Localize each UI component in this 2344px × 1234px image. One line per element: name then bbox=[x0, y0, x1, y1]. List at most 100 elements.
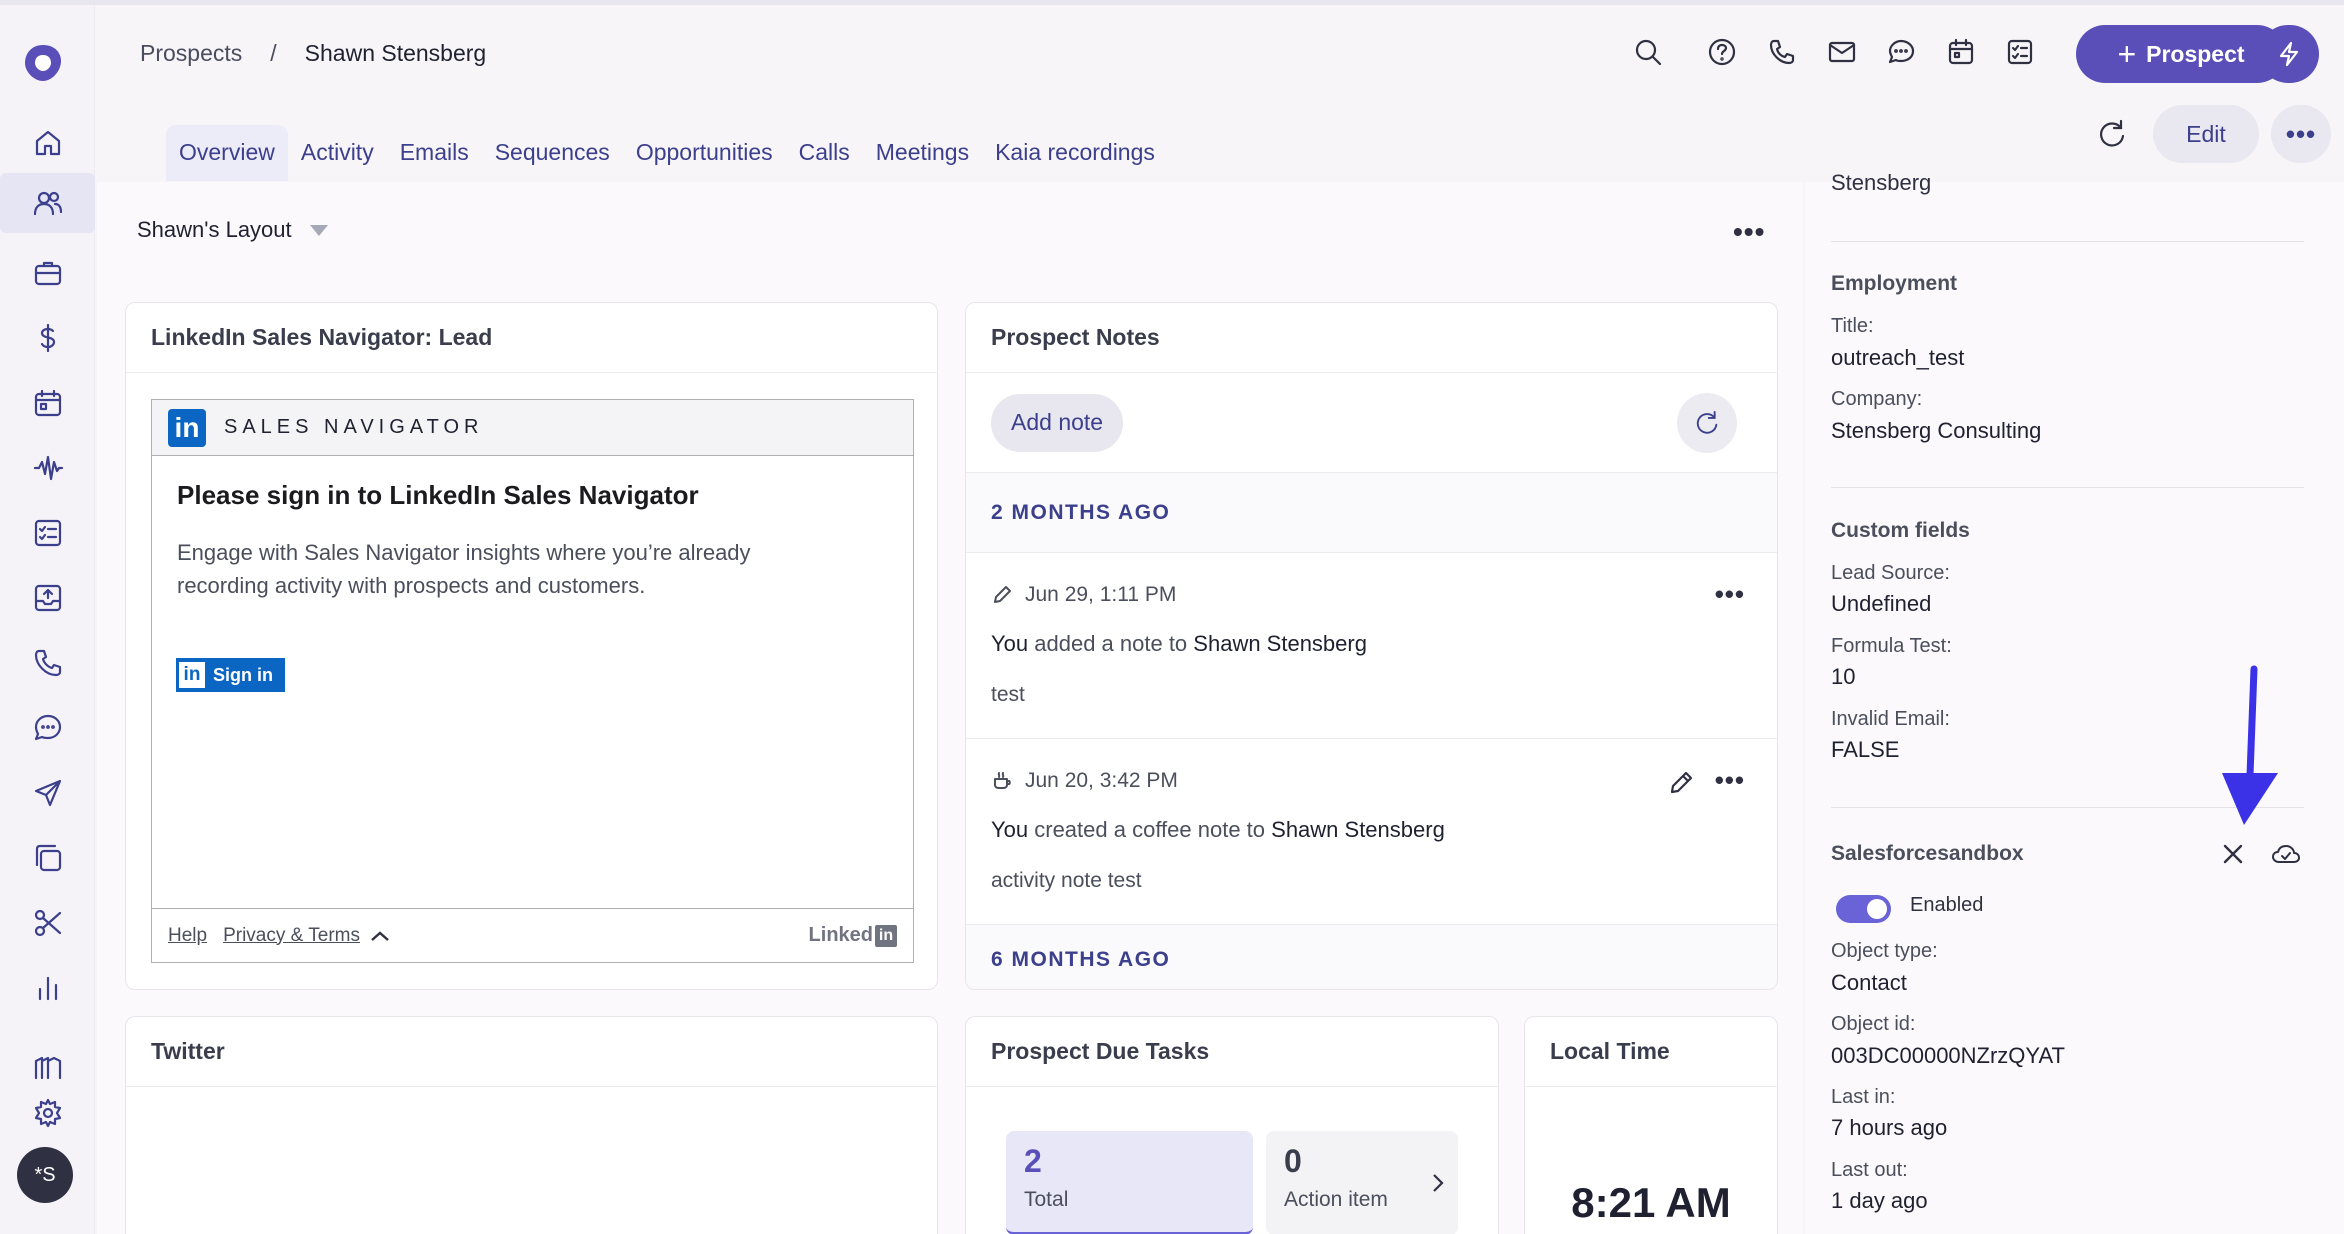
nav-prospects[interactable] bbox=[0, 173, 95, 233]
breadcrumb-prospects[interactable]: Prospects bbox=[140, 40, 242, 67]
tab-sequences[interactable]: Sequences bbox=[482, 125, 623, 181]
help-button[interactable] bbox=[1706, 36, 1742, 72]
note-actor: You bbox=[991, 631, 1029, 656]
notes-section-header: 2 MONTHS AGO bbox=[966, 473, 1777, 553]
layout-more-button[interactable]: ••• bbox=[1733, 216, 1765, 248]
nav-kaia[interactable] bbox=[0, 438, 95, 498]
nav-inbox[interactable] bbox=[0, 568, 95, 628]
nav-accounts[interactable] bbox=[0, 243, 95, 303]
people-icon bbox=[33, 191, 62, 216]
note-summary: You added a note to Shawn Stensberg bbox=[991, 631, 1752, 657]
dollar-icon bbox=[40, 323, 55, 353]
enabled-label: Enabled bbox=[1910, 894, 1984, 916]
nav-meetings[interactable] bbox=[0, 373, 95, 433]
tab-calls[interactable]: Calls bbox=[786, 125, 863, 181]
breadcrumb: Prospects / Shawn Stensberg bbox=[140, 40, 486, 67]
add-note-button[interactable]: Add note bbox=[991, 393, 1124, 452]
edit-button[interactable]: Edit bbox=[2153, 105, 2259, 163]
breadcrumb-separator: / bbox=[270, 40, 277, 66]
nav-opportunities[interactable] bbox=[0, 308, 95, 368]
close-icon[interactable] bbox=[2221, 842, 2245, 866]
tasks-total-tile[interactable]: 2 Total bbox=[1006, 1131, 1253, 1234]
tab-kaia-recordings[interactable]: Kaia recordings bbox=[982, 125, 1168, 181]
note-actor: You bbox=[991, 817, 1029, 842]
linkedin-signin-button[interactable]: in Sign in bbox=[176, 658, 285, 692]
employment-heading: Employment bbox=[1831, 272, 1958, 295]
invalid-email-value: FALSE bbox=[1831, 737, 1900, 762]
nav-snippets[interactable] bbox=[0, 893, 95, 953]
layout-selector[interactable]: Shawn's Layout bbox=[137, 217, 328, 243]
chevron-up-icon[interactable] bbox=[370, 930, 390, 942]
enabled-toggle[interactable] bbox=[1836, 895, 1891, 923]
more-options-button[interactable]: ••• bbox=[2271, 105, 2331, 163]
nav-tasks[interactable] bbox=[0, 503, 95, 563]
object-id-label: Object id: bbox=[1831, 1013, 1916, 1035]
lead-source-label: Lead Source: bbox=[1831, 562, 1950, 584]
nav-chat[interactable] bbox=[0, 698, 95, 758]
help-link[interactable]: Help bbox=[168, 925, 207, 947]
library-icon bbox=[34, 1056, 61, 1080]
user-avatar[interactable]: *S bbox=[17, 1147, 73, 1203]
last-out-label: Last out: bbox=[1831, 1159, 1908, 1181]
calendar-button[interactable] bbox=[1945, 36, 1981, 72]
due-tasks-card: Prospect Due Tasks 2 Total 0 Action item bbox=[965, 1016, 1499, 1234]
cloud-sync-icon[interactable] bbox=[2270, 842, 2302, 866]
email-button[interactable] bbox=[1826, 36, 1862, 72]
tab-emails[interactable]: Emails bbox=[387, 125, 482, 181]
note-edit-button[interactable] bbox=[1667, 769, 1695, 797]
nav-home[interactable] bbox=[0, 113, 95, 173]
linkedin-card-title: LinkedIn Sales Navigator: Lead bbox=[126, 303, 937, 373]
nav-settings[interactable] bbox=[0, 1083, 95, 1143]
caret-down-icon bbox=[309, 224, 328, 236]
title-value: outreach_test bbox=[1831, 345, 1965, 370]
copy-icon bbox=[35, 844, 61, 872]
invalid-email-label: Invalid Email: bbox=[1831, 708, 1950, 730]
quick-actions-button[interactable] bbox=[2259, 25, 2319, 83]
tab-bar: Overview Activity Emails Sequences Oppor… bbox=[166, 125, 1168, 181]
note-summary: You created a coffee note to Shawn Stens… bbox=[991, 817, 1752, 843]
note-more-button[interactable]: ••• bbox=[1715, 579, 1745, 610]
app-logo[interactable] bbox=[19, 39, 67, 87]
note-action: created a coffee note to bbox=[1034, 817, 1266, 842]
tasks-button[interactable] bbox=[2004, 36, 2040, 72]
layout-name: Shawn's Layout bbox=[137, 217, 292, 242]
tab-activity[interactable]: Activity bbox=[288, 125, 387, 181]
linkedin-mini-logo-icon: in bbox=[179, 662, 205, 688]
nav-reports[interactable] bbox=[0, 958, 95, 1018]
notes-refresh-button[interactable] bbox=[1677, 393, 1737, 453]
note-person[interactable]: Shawn Stensberg bbox=[1271, 817, 1445, 842]
tasks-action-label: Action item bbox=[1284, 1188, 1388, 1211]
tasks-action-item-tile[interactable]: 0 Action item bbox=[1266, 1131, 1458, 1234]
company-value[interactable]: Stensberg Consulting bbox=[1831, 418, 2041, 444]
chat-button[interactable] bbox=[1885, 36, 1921, 72]
scissors-icon bbox=[34, 909, 61, 937]
tab-opportunities[interactable]: Opportunities bbox=[623, 125, 786, 181]
calendar-icon bbox=[1948, 38, 1974, 65]
add-prospect-button[interactable]: + Prospect bbox=[2076, 25, 2286, 83]
checklist-icon bbox=[2007, 39, 2033, 65]
tab-overview[interactable]: Overview bbox=[166, 125, 288, 181]
nav-sequences[interactable] bbox=[0, 763, 95, 823]
custom-fields-heading: Custom fields bbox=[1831, 519, 1970, 542]
note-person[interactable]: Shawn Stensberg bbox=[1193, 631, 1367, 656]
refresh-button[interactable] bbox=[2092, 114, 2132, 154]
nav-templates[interactable] bbox=[0, 828, 95, 888]
name-fragment: Stensberg bbox=[1831, 170, 1932, 195]
title-label: Title: bbox=[1831, 315, 1874, 337]
nav-calls[interactable] bbox=[0, 633, 95, 693]
signin-label: Sign in bbox=[213, 664, 273, 685]
notes-toolbar: Add note bbox=[966, 373, 1777, 473]
coffee-icon bbox=[994, 772, 1011, 789]
phone-button[interactable] bbox=[1766, 36, 1802, 72]
phone-icon bbox=[1769, 39, 1795, 65]
twitter-card: Twitter bbox=[125, 1016, 938, 1234]
note-more-button[interactable]: ••• bbox=[1715, 765, 1745, 796]
privacy-terms-link[interactable]: Privacy & Terms bbox=[223, 925, 360, 947]
sales-navigator-heading: Please sign in to LinkedIn Sales Navigat… bbox=[177, 480, 699, 510]
waveform-icon bbox=[33, 455, 63, 481]
annotation-arrow-icon bbox=[2222, 665, 2278, 825]
add-prospect-label: Prospect bbox=[2146, 40, 2245, 67]
search-button[interactable] bbox=[1632, 36, 1668, 72]
tab-meetings[interactable]: Meetings bbox=[863, 125, 982, 181]
bar-chart-icon bbox=[38, 976, 57, 1001]
